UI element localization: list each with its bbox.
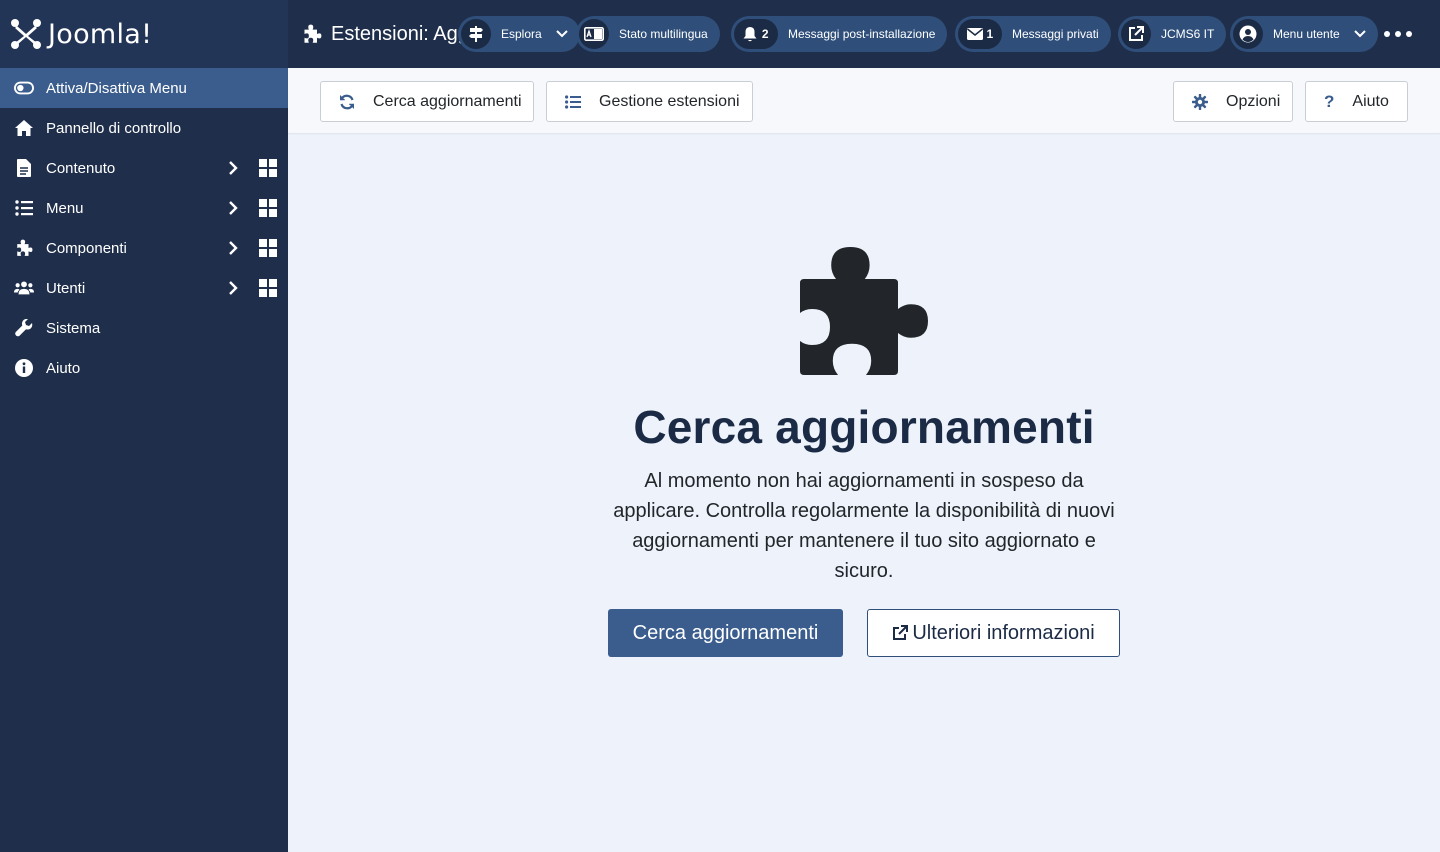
sidebar-item-label: Contenuto bbox=[46, 159, 116, 177]
postinstall-label: Messaggi post-installazione bbox=[788, 27, 936, 41]
external-link-icon bbox=[1121, 19, 1151, 49]
check-updates-toolbar-button[interactable]: Cerca aggiornamenti bbox=[320, 81, 534, 122]
chevron-down-icon bbox=[555, 30, 568, 38]
more-info-label: Ulteriori informazioni bbox=[912, 621, 1095, 644]
bell-icon bbox=[743, 27, 757, 42]
dashboard-grid-icon[interactable] bbox=[259, 239, 277, 257]
multilanguage-status-button[interactable]: Stato multilingua bbox=[576, 16, 720, 52]
puzzle-icon bbox=[800, 247, 928, 375]
postinstall-messages-button[interactable]: 2 Messaggi post-installazione bbox=[731, 16, 948, 52]
sidebar-item-content[interactable]: Contenuto bbox=[0, 148, 288, 188]
puzzle-icon bbox=[14, 238, 34, 258]
private-messages-badge: 1 bbox=[958, 19, 1002, 49]
help-button[interactable]: ? Aiuto bbox=[1305, 81, 1408, 122]
options-label: Opzioni bbox=[1226, 92, 1281, 110]
sidebar-item-users[interactable]: Utenti bbox=[0, 268, 288, 308]
sidebar-item-label: Componenti bbox=[46, 239, 127, 257]
gear-icon bbox=[1192, 93, 1208, 110]
envelope-icon bbox=[966, 28, 983, 40]
sidebar-item-toggle-menu[interactable]: Attiva/Disattiva Menu bbox=[0, 68, 288, 108]
sidebar-item-components[interactable]: Componenti bbox=[0, 228, 288, 268]
wrench-icon bbox=[14, 318, 34, 338]
language-icon bbox=[579, 19, 609, 49]
sidebar-item-label: Menu bbox=[46, 199, 84, 217]
check-updates-button[interactable]: Cerca aggiornamenti bbox=[608, 609, 843, 657]
external-link-icon bbox=[892, 625, 909, 641]
chevron-right-icon[interactable] bbox=[226, 200, 240, 216]
header: Estensioni: Aggiornamenti Esplora Stato … bbox=[288, 0, 1440, 68]
check-updates-button-label: Cerca aggiornamenti bbox=[632, 621, 819, 644]
sidebar-menu: Attiva/Disattiva Menu Pannello di contro… bbox=[0, 68, 288, 388]
private-messages-count: 1 bbox=[986, 27, 994, 41]
dashboard-grid-icon[interactable] bbox=[259, 279, 277, 297]
signpost-icon bbox=[461, 19, 491, 49]
sidebar-item-label: Aiuto bbox=[46, 359, 81, 377]
sidebar-item-label: Attiva/Disattiva Menu bbox=[46, 79, 187, 97]
joomla-logo[interactable]: Joomla! bbox=[0, 0, 288, 68]
toggle-icon bbox=[14, 78, 34, 98]
toolbar: Cerca aggiornamenti Gestione estensioni … bbox=[288, 68, 1440, 134]
multilanguage-label: Stato multilingua bbox=[619, 27, 708, 41]
private-messages-button[interactable]: 1 Messaggi privati bbox=[955, 16, 1111, 52]
page-title: Estensioni: Aggiornamenti bbox=[302, 0, 462, 68]
chevron-down-icon bbox=[1354, 30, 1366, 38]
sidebar-item-label: Sistema bbox=[46, 319, 101, 337]
sidebar-item-menu[interactable]: Menu bbox=[0, 188, 288, 228]
sidebar-item-label: Pannello di controllo bbox=[46, 119, 182, 137]
users-icon bbox=[14, 278, 34, 298]
chevron-right-icon[interactable] bbox=[226, 240, 240, 256]
list-icon bbox=[14, 198, 34, 218]
empty-state-title: Cerca aggiornamenti bbox=[633, 401, 1095, 453]
chevron-right-icon[interactable] bbox=[226, 160, 240, 176]
info-icon bbox=[14, 358, 34, 378]
empty-state-description: Al momento non hai aggiornamenti in sosp… bbox=[613, 470, 1115, 582]
manage-extensions-label: Gestione estensioni bbox=[599, 92, 740, 110]
sidebar-item-help[interactable]: Aiuto bbox=[0, 348, 288, 388]
more-options-icon[interactable] bbox=[1384, 24, 1412, 44]
more-info-button[interactable]: Ulteriori informazioni bbox=[867, 609, 1120, 657]
sidebar-item-label: Utenti bbox=[46, 279, 86, 297]
help-label: Aiuto bbox=[1352, 92, 1389, 110]
question-icon: ? bbox=[1324, 91, 1335, 111]
sidebar-item-control-panel[interactable]: Pannello di controllo bbox=[0, 108, 288, 148]
check-updates-label: Cerca aggiornamenti bbox=[373, 92, 522, 110]
home-icon bbox=[14, 118, 34, 138]
site-name-label: JCMS6 IT bbox=[1161, 27, 1215, 41]
user-menu-button[interactable]: Menu utente bbox=[1230, 16, 1378, 52]
brand-name: Joomla! bbox=[48, 18, 153, 50]
explore-label: Esplora bbox=[501, 27, 542, 41]
sidebar: Joomla! Attiva/Disattiva Menu Pannello d… bbox=[0, 0, 288, 852]
page-title-text: Estensioni: Aggiornamenti bbox=[331, 22, 462, 45]
puzzle-icon bbox=[302, 24, 322, 44]
sidebar-item-system[interactable]: Sistema bbox=[0, 308, 288, 348]
sync-icon bbox=[339, 94, 355, 110]
list-icon bbox=[565, 94, 581, 109]
postinstall-badge: 2 bbox=[734, 19, 778, 49]
dashboard-grid-icon[interactable] bbox=[259, 159, 277, 177]
user-menu-label: Menu utente bbox=[1273, 27, 1340, 41]
postinstall-count: 2 bbox=[761, 27, 769, 41]
main-content: Cerca aggiornamenti Al momento non hai a… bbox=[288, 135, 1440, 852]
options-button[interactable]: Opzioni bbox=[1173, 81, 1293, 122]
explore-button[interactable]: Esplora bbox=[458, 16, 580, 52]
private-messages-label: Messaggi privati bbox=[1012, 27, 1099, 41]
chevron-right-icon[interactable] bbox=[226, 280, 240, 296]
dashboard-grid-icon[interactable] bbox=[259, 199, 277, 217]
user-circle-icon bbox=[1233, 19, 1263, 49]
joomla-logo-icon bbox=[11, 19, 41, 49]
file-icon bbox=[14, 158, 34, 178]
view-site-button[interactable]: JCMS6 IT bbox=[1118, 16, 1227, 52]
manage-extensions-button[interactable]: Gestione estensioni bbox=[546, 81, 753, 122]
